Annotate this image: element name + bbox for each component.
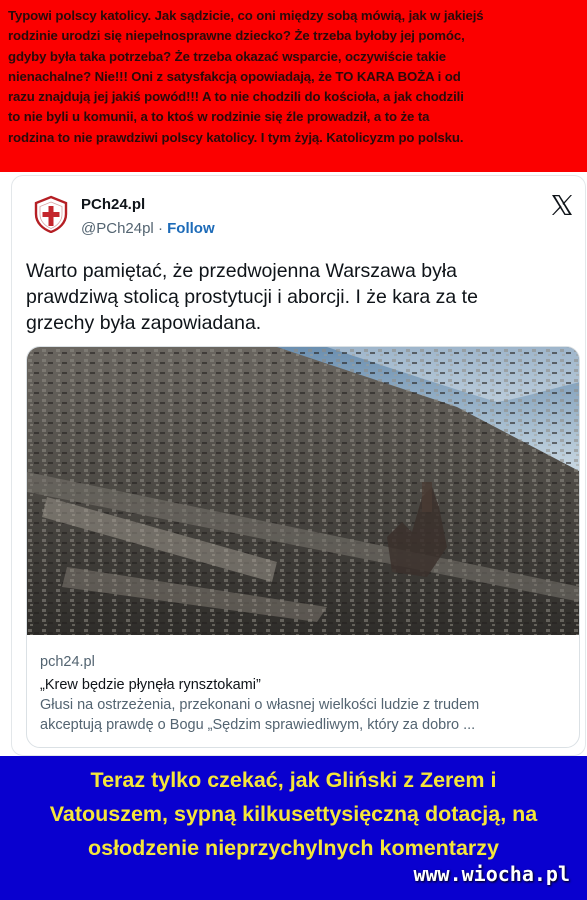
link-preview-card[interactable]: pch24.pl „Krew będzie płynęła rynsztokam… [26,346,580,748]
caption-line: Typowi polscy katolicy. Jak sądzicie, co… [8,8,484,23]
tweet-text: Warto pamiętać, że przedwojenna Warszawa… [26,258,566,336]
link-domain: pch24.pl [40,654,95,670]
link-title: „Krew będzie płynęła rynsztokami” [40,677,261,693]
tweet-text-line: grzechy była zapowiadana. [26,312,262,334]
top-caption-banner: Typowi polscy katolicy. Jak sądzicie, co… [0,0,587,172]
link-description: Głusi na ostrzeżenia, przekonani o własn… [40,695,565,735]
caption-line: gdyby była taka potrzeba? Że trzeba okaz… [8,48,446,64]
caption-line: osłodzenie nieprzychylnych komentarzy [87,836,499,860]
caption-line: to nie byli u komunii, a to ktoś w rodzi… [8,109,430,125]
shield-cross-logo-icon[interactable] [32,195,70,233]
embedded-tweet: PCh24.pl @PCh24pl · Follow Warto pamięta… [11,175,586,756]
tweet-text-line: Warto pamiętać, że przedwojenna Warszawa… [26,260,457,282]
author-handle-row: @PCh24pl · Follow [81,220,215,237]
tweet-text-line: prawdziwą stolicą prostytucji i aborcji.… [26,286,478,308]
ruined-city-aerial-photo [27,347,579,635]
link-preview-meta: pch24.pl „Krew będzie płynęła rynsztokam… [40,652,565,735]
link-description-line: akceptują prawdę o Bogu „Sędzim sprawied… [40,717,476,733]
caption-line: rodzina to nie prawdziwi polscy katolicy… [8,129,464,145]
author-handle[interactable]: @PCh24pl [81,220,154,237]
bottom-caption-text: Teraz tylko czekać, jak Gliński z Zerem … [0,763,587,865]
link-description-line: Głusi na ostrzeżenia, przekonani o własn… [40,697,480,713]
caption-line: Teraz tylko czekać, jak Gliński z Zerem … [90,768,497,792]
x-logo-icon[interactable] [550,193,574,217]
site-watermark: www.wiocha.pl [413,862,570,886]
caption-line: razu znajdują jej jakiś powód!!! A to ni… [8,89,464,105]
caption-line: nienachalne? Nie!!! Oni z satysfakcją op… [8,68,461,84]
follow-button[interactable]: Follow [167,220,215,237]
bottom-caption-banner: Teraz tylko czekać, jak Gliński z Zerem … [0,756,587,900]
caption-line: rodzinie urodzi się niepełnosprawne dzie… [8,28,465,44]
top-caption-text: Typowi polscy katolicy. Jak sądzicie, co… [8,6,579,148]
handle-separator: · [153,220,168,237]
caption-line: Vatouszem, sypną kilkusettysięczną dotac… [49,802,538,826]
author-name[interactable]: PCh24.pl [81,196,145,213]
